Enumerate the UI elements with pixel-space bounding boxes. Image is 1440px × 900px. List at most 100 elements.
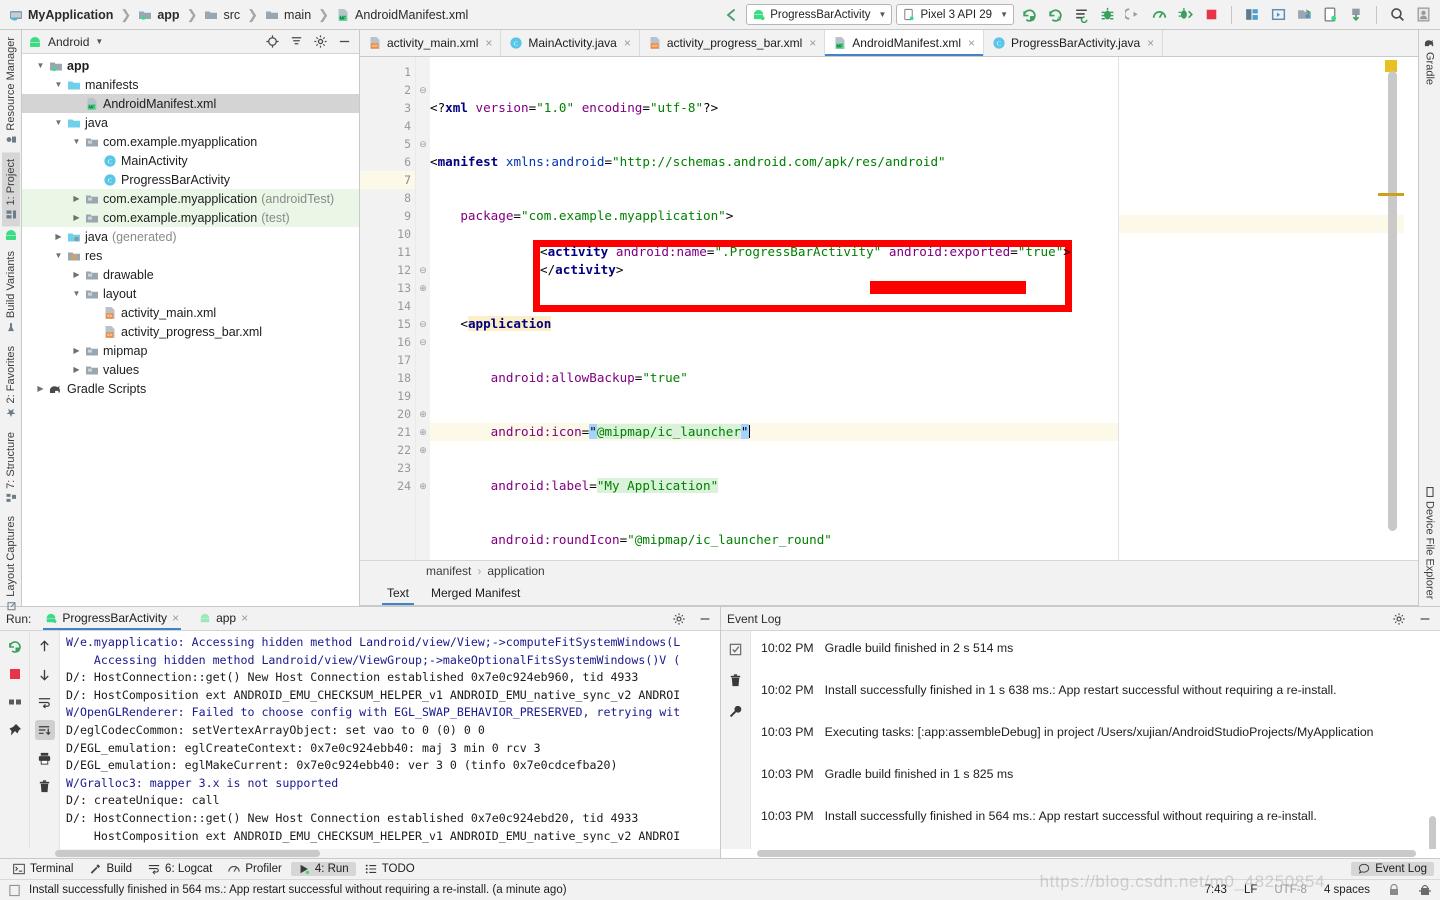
locate-icon[interactable] [263, 33, 281, 51]
event-log-entries[interactable]: 10:02 PM Gradle build finished in 2 s 514… [751, 631, 1440, 849]
tree-row[interactable]: ▶ drawable [22, 265, 359, 284]
project-tree[interactable]: ▼app▼manifests▶MFAndroidManifest.xml▼jav… [22, 54, 359, 606]
editor-breadcrumb[interactable]: manifest › application [360, 560, 1418, 581]
breadcrumb-application[interactable]: application [487, 564, 544, 578]
event-log-row[interactable]: 10:02 PM Install successfully finished in… [761, 683, 1440, 725]
fold-marker-icon[interactable]: ⊖ [416, 135, 430, 153]
fold-marker-icon[interactable]: ⊕ [416, 279, 430, 297]
chevron-down-icon[interactable]: ▼ [52, 118, 65, 127]
toolbtn-terminal[interactable]: Terminal [6, 862, 80, 876]
breadcrumb-item-main[interactable]: main [262, 8, 314, 22]
tree-row[interactable]: ▶ mipmap [22, 341, 359, 360]
chevron-right-icon[interactable]: ▶ [70, 346, 83, 355]
chevron-down-icon[interactable]: ▼ [70, 137, 83, 146]
collapse-all-icon[interactable] [287, 33, 305, 51]
inspection-icon[interactable] [1418, 883, 1432, 897]
breadcrumb-item-app[interactable]: app [135, 8, 182, 22]
breadcrumb-item-src[interactable]: src [201, 8, 243, 22]
hide-icon[interactable] [335, 33, 353, 51]
toolbtn-run[interactable]: 4: Run [290, 862, 356, 876]
chevron-down-icon[interactable]: ▼ [52, 251, 65, 260]
sidebar-item-resource-manager[interactable]: Resource Manager [2, 30, 20, 152]
chevron-right-icon[interactable]: ▶ [52, 232, 65, 241]
tree-row[interactable]: ▶ java (generated) [22, 227, 359, 246]
scroll-to-end-icon[interactable] [34, 720, 55, 740]
chevron-down-icon[interactable]: ▼ [34, 61, 47, 70]
sidebar-item-favorites[interactable]: 2: Favorites [2, 339, 20, 424]
manifest-view-tabs[interactable]: Text Merged Manifest [360, 581, 1418, 606]
warning-marker[interactable] [1378, 193, 1404, 196]
editor-scroll-strip[interactable] [1118, 57, 1418, 560]
tree-row[interactable]: ▼ manifests [22, 75, 359, 94]
chevron-down-icon[interactable]: ▼ [95, 37, 103, 46]
close-icon[interactable]: × [809, 36, 816, 50]
editor-tab[interactable]: MF AndroidManifest.xml × [825, 30, 985, 56]
sidebar-item-gradle[interactable]: Gradle [1421, 30, 1439, 92]
run-with-profiler-icon[interactable] [1070, 4, 1092, 26]
stop-icon[interactable] [5, 664, 25, 684]
clear-all-icon[interactable] [35, 776, 55, 796]
avd-manager-icon[interactable] [1241, 4, 1263, 26]
sync-gradle-icon[interactable] [1345, 4, 1367, 26]
chevron-right-icon[interactable]: ▶ [70, 365, 83, 374]
pin-icon[interactable] [5, 720, 25, 740]
tab-text[interactable]: Text [376, 581, 420, 605]
close-icon[interactable]: × [241, 611, 248, 625]
tab-merged-manifest[interactable]: Merged Manifest [420, 581, 531, 605]
breadcrumb-manifest[interactable]: manifest [426, 564, 471, 578]
event-log-horizontal-scrollbar[interactable] [721, 849, 1440, 858]
hide-icon[interactable] [1416, 610, 1434, 628]
sidebar-item-device-file-explorer[interactable]: Device File Explorer [1421, 480, 1439, 606]
caret-position[interactable]: 7:43 [1205, 884, 1227, 896]
rerun-icon[interactable] [5, 636, 25, 656]
project-view-selector[interactable]: Android [48, 35, 89, 49]
editor-vertical-scrollbar[interactable] [1388, 71, 1397, 531]
editor-tab-bar[interactable]: <> activity_main.xml × C MainActivity.java × <… [360, 30, 1418, 57]
tree-row[interactable]: ▶ com.example.myapplication (test) [22, 208, 359, 227]
chevron-right-icon[interactable]: ▶ [34, 384, 47, 393]
chevron-down-icon[interactable]: ▼ [70, 289, 83, 298]
fold-marker-icon[interactable]: ⊕ [416, 423, 430, 441]
apply-changes-icon[interactable] [1174, 4, 1196, 26]
editor-tab[interactable]: <> activity_progress_bar.xml × [640, 30, 826, 56]
restore-layout-icon[interactable] [5, 692, 25, 712]
code-folding-gutter[interactable]: ⊖ ⊖ ⊖ ⊕ ⊖ ⊖ ⊕ ⊕ ⊕ ⊕ [416, 57, 430, 560]
lock-icon[interactable] [1387, 883, 1401, 897]
layout-inspector-icon[interactable] [1319, 4, 1341, 26]
toolbtn-profiler[interactable]: Profiler [221, 862, 288, 876]
close-icon[interactable]: × [172, 611, 179, 625]
editor-tab[interactable]: C ProgressBarActivity.java × [984, 30, 1164, 56]
fold-marker-icon[interactable]: ⊖ [416, 81, 430, 99]
user-icon[interactable] [1412, 4, 1434, 26]
close-icon[interactable]: × [624, 36, 631, 50]
scrollbar-thumb[interactable] [757, 850, 1416, 857]
debug-icon[interactable] [1096, 4, 1118, 26]
tree-row[interactable]: ▼ res [22, 246, 359, 265]
scrollbar-thumb[interactable] [55, 850, 320, 857]
attach-debugger-icon[interactable] [1122, 4, 1144, 26]
stop-icon[interactable] [1200, 4, 1222, 26]
sidebar-item-structure[interactable]: 7: Structure [2, 425, 20, 510]
close-icon[interactable]: × [968, 36, 975, 50]
tree-row[interactable]: ▼ com.example.myapplication [22, 132, 359, 151]
settings-gear-icon[interactable] [670, 610, 688, 628]
fold-marker-icon[interactable]: ⊕ [416, 441, 430, 459]
chevron-down-icon[interactable]: ▼ [52, 80, 65, 89]
settings-gear-icon[interactable] [1390, 610, 1408, 628]
hide-icon[interactable] [696, 610, 714, 628]
profile-icon[interactable] [1148, 4, 1170, 26]
run-tab-progressbaractivity[interactable]: ProgressBarActivity × [39, 607, 185, 630]
fold-marker-icon[interactable]: ⊖ [416, 315, 430, 333]
mark-read-icon[interactable] [726, 639, 746, 659]
tree-row[interactable]: ▶ values [22, 360, 359, 379]
fold-marker-icon[interactable]: ⊖ [416, 261, 430, 279]
toolbtn-logcat[interactable]: 6: Logcat [141, 862, 219, 876]
soft-wrap-icon[interactable] [35, 692, 55, 712]
line-separator[interactable]: LF [1244, 884, 1257, 896]
file-encoding[interactable]: UTF-8 [1274, 884, 1307, 896]
event-log-row[interactable]: 10:03 PM Executing tasks: [:app:assembleD… [761, 725, 1440, 767]
run-console-output[interactable]: W/e.myapplicatio: Accessing hidden metho… [60, 631, 720, 849]
toolbtn-build[interactable]: Build [82, 862, 139, 876]
sdk-manager-icon[interactable] [1267, 4, 1289, 26]
editor-tab[interactable]: C MainActivity.java × [501, 30, 640, 56]
